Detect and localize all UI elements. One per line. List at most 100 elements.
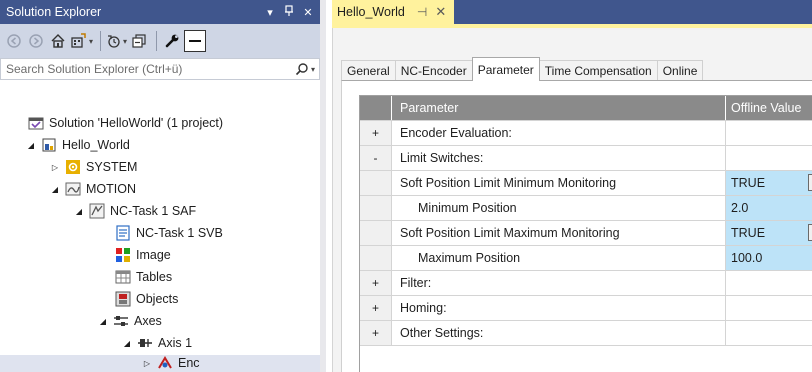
dropdown-button[interactable] (808, 224, 812, 241)
expanded-arrow-icon[interactable]: ◢ (72, 204, 86, 218)
system-icon (65, 159, 81, 175)
parameter-name: Maximum Position (392, 246, 726, 270)
tree-node-system[interactable]: ▷ SYSTEM (48, 156, 137, 178)
forward-button[interactable] (26, 30, 46, 52)
properties-button[interactable] (162, 30, 182, 52)
history-icon (108, 35, 120, 48)
tree-node-nc-task-svb[interactable]: NC-Task 1 SVB (115, 222, 223, 244)
grid-header-offline-value[interactable]: Offline Value (726, 96, 812, 120)
tab-online[interactable]: Online (656, 60, 704, 80)
home-icon (51, 34, 65, 48)
tab-label: NC-Encoder (400, 63, 467, 78)
tree-node-label: MOTION (86, 182, 136, 196)
grid-row-maximum-position[interactable]: Maximum Position 100.0 (360, 246, 812, 271)
parameter-name: Soft Position Limit Minimum Monitoring (392, 171, 726, 195)
image-icon (115, 247, 131, 263)
tree-node-solution[interactable]: Solution 'HelloWorld' (1 project) (28, 112, 223, 134)
parameter-panel: Parameter Offline Value O + Encoder Eval… (341, 80, 812, 372)
back-icon (7, 34, 21, 48)
tables-icon (115, 269, 131, 285)
dropdown-button[interactable] (808, 174, 812, 191)
collapsed-arrow-icon[interactable]: ▷ (140, 356, 154, 370)
document-tab-hello-world[interactable]: Hello_World ⊣ ✕ (332, 0, 455, 24)
tree-node-image[interactable]: Image (115, 244, 171, 266)
solution-icon (28, 115, 44, 131)
expand-toggle[interactable]: + (360, 321, 392, 345)
tree-node-label: NC-Task 1 SVB (136, 226, 223, 240)
toolbar-separator (156, 31, 158, 51)
expanded-arrow-icon[interactable]: ◢ (48, 182, 62, 196)
offline-value (726, 121, 812, 145)
grid-row-homing[interactable]: + Homing: (360, 296, 812, 321)
preview-selected-items-button[interactable] (184, 30, 207, 52)
offline-value-input[interactable]: 100.0 (726, 246, 812, 270)
solution-explorer-title: Solution Explorer (6, 5, 102, 19)
switch-views-icon (71, 33, 86, 48)
switch-views-button[interactable]: ▾ (70, 30, 93, 52)
chevron-down-icon: ▾ (123, 36, 128, 46)
tree-node-nc-task-saf[interactable]: ◢ NC-Task 1 SAF (72, 200, 196, 222)
collapsed-arrow-icon[interactable]: ▷ (48, 160, 62, 174)
offline-value (726, 296, 812, 320)
tree-node-label: Image (136, 248, 171, 262)
axis-tabs: General NC-Encoder Parameter Time Compen… (341, 57, 704, 81)
objects-icon (115, 291, 131, 307)
tree-node-label: Enc (178, 356, 200, 370)
collapse-all-button[interactable] (129, 30, 149, 52)
solution-explorer-search[interactable]: ▾ (0, 58, 320, 80)
tree-node-tables[interactable]: Tables (115, 266, 172, 288)
tree-node-enc[interactable]: ▷ Enc (140, 354, 200, 372)
pending-changes-button[interactable]: ▾ (106, 30, 127, 52)
search-icon[interactable]: ▾ (295, 62, 315, 76)
encoder-icon (157, 355, 173, 371)
tab-label: General (347, 63, 390, 78)
search-input[interactable] (6, 62, 295, 76)
expanded-arrow-icon[interactable]: ◢ (96, 314, 110, 328)
pin-icon[interactable] (282, 4, 296, 20)
grid-row-limit-switches[interactable]: - Limit Switches: (360, 146, 812, 171)
offline-value-select[interactable]: TRUE (726, 171, 812, 195)
parameter-name: Minimum Position (392, 196, 726, 220)
collapse-toggle[interactable]: - (360, 146, 392, 170)
tree-node-motion[interactable]: ◢ MOTION (48, 178, 136, 200)
document-area: Hello_World ⊣ ✕ General NC-Encoder Param… (332, 0, 812, 372)
window-position-dropdown-icon[interactable]: ▾ (263, 6, 277, 19)
tree-node-axes[interactable]: ◢ Axes (96, 310, 162, 332)
tree-node-objects[interactable]: Objects (115, 288, 178, 310)
grid-row-soft-limit-min-monitoring[interactable]: Soft Position Limit Minimum Monitoring T… (360, 171, 812, 196)
offline-value-select[interactable]: TRUE (726, 221, 812, 245)
close-tab-icon[interactable]: ✕ (435, 4, 446, 20)
grid-row-filter[interactable]: + Filter: (360, 271, 812, 296)
forward-icon (29, 34, 43, 48)
tree-node-axis-1[interactable]: ◢ Axis 1 (120, 332, 192, 354)
tree-node-label: Solution 'HelloWorld' (1 project) (49, 116, 224, 130)
close-icon[interactable]: ✕ (301, 6, 315, 19)
grid-row-other-settings[interactable]: + Other Settings: (360, 321, 812, 346)
expand-toggle (360, 171, 392, 195)
home-button[interactable] (48, 30, 68, 52)
expand-toggle[interactable]: + (360, 296, 392, 320)
expand-toggle[interactable]: + (360, 271, 392, 295)
expanded-arrow-icon[interactable]: ◢ (24, 138, 38, 152)
grid-row-encoder-evaluation[interactable]: + Encoder Evaluation: (360, 121, 812, 146)
parameter-name: Homing: (392, 296, 726, 320)
parameter-name: Limit Switches: (392, 146, 726, 170)
tree-node-hello-world[interactable]: ◢ Hello_World (24, 134, 130, 156)
grid-header-parameter[interactable]: Parameter (392, 96, 726, 120)
expanded-arrow-icon[interactable]: ◢ (120, 336, 134, 350)
tab-nc-encoder[interactable]: NC-Encoder (394, 60, 473, 80)
grid-header-expander (360, 96, 392, 120)
tab-parameter[interactable]: Parameter (471, 57, 540, 81)
tab-label: Parameter (477, 62, 534, 77)
grid-row-soft-limit-max-monitoring[interactable]: Soft Position Limit Maximum Monitoring T… (360, 221, 812, 246)
offline-value-input[interactable]: 2.0 (726, 196, 812, 220)
pin-tab-icon[interactable]: ⊣ (417, 5, 427, 19)
tab-time-compensation[interactable]: Time Compensation (538, 60, 658, 80)
back-button[interactable] (4, 30, 24, 52)
axes-icon (113, 313, 129, 329)
tab-general[interactable]: General (341, 60, 396, 80)
solution-explorer-toolbar: ▾ ▾ (0, 24, 320, 58)
expand-toggle[interactable]: + (360, 121, 392, 145)
parameter-name: Filter: (392, 271, 726, 295)
grid-row-minimum-position[interactable]: Minimum Position 2.0 (360, 196, 812, 221)
